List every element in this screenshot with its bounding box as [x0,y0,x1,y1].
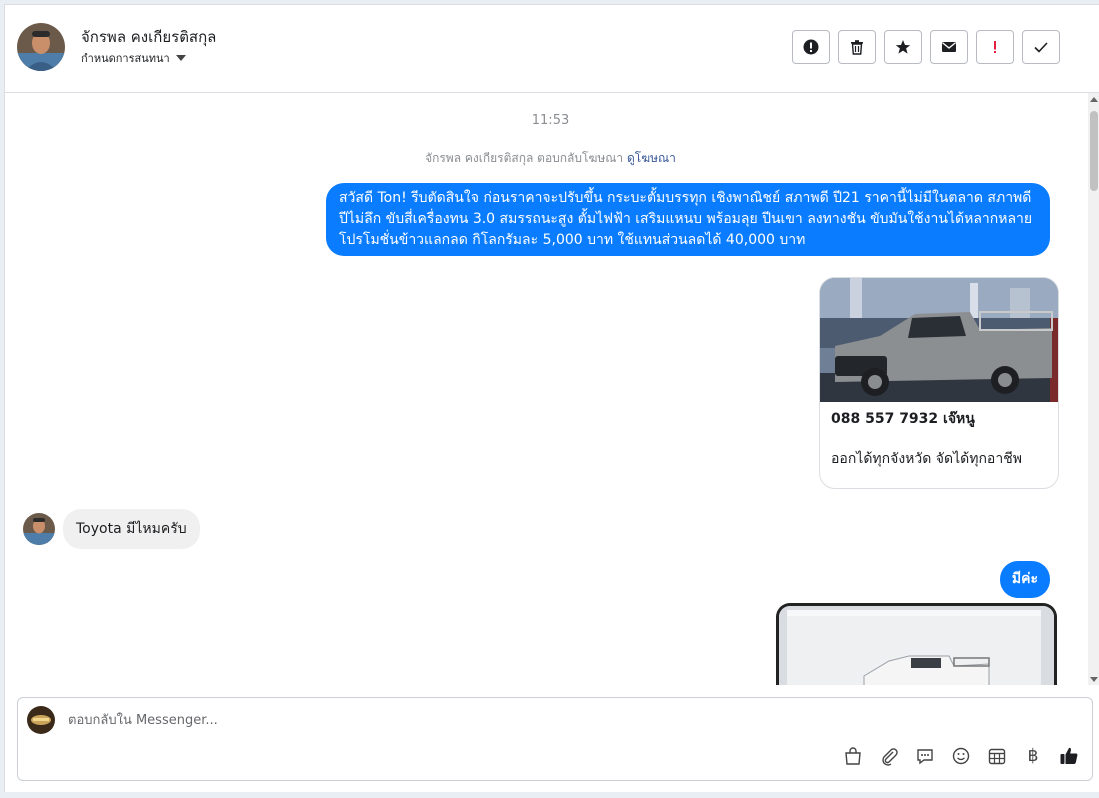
outgoing-message[interactable]: สวัสดี Ton! รีบตัดสินใจ ก่อนราคาจะปรับขึ… [326,183,1050,256]
reply-input[interactable] [66,708,770,732]
ad-reply-text: จักรพล คงเกียรติสกุล ตอบกลับโฆษณา [425,151,624,165]
scroll-down-arrow-icon[interactable] [1090,677,1098,682]
assign-conversation-label: กำหนดการสนทนา [81,52,170,65]
outgoing-message[interactable]: มีค่ะ [999,561,1050,598]
contact-avatar-small [23,513,55,545]
assign-conversation-dropdown[interactable]: กำหนดการสนทนา [81,49,186,67]
envelope-icon [942,42,956,52]
delete-button[interactable] [838,30,876,64]
page-avatar [27,706,55,734]
smiley-icon [952,747,970,765]
appointment-button[interactable] [985,744,1009,768]
composer-toolbar: ฿ [841,744,1081,768]
mark-spam-button[interactable] [792,30,830,64]
scroll-up-arrow-icon[interactable] [1090,97,1098,102]
calendar-grid-icon [988,748,1006,765]
star-button[interactable] [884,30,922,64]
contact-name: จักรพล คงเกียรติสกุล [81,28,217,46]
contact-avatar[interactable] [17,23,65,71]
truck-photo-attachment[interactable] [776,603,1057,685]
baht-icon: ฿ [1027,746,1039,766]
like-button[interactable] [1057,744,1081,768]
check-icon [1034,42,1048,53]
speech-bubble-icon [917,749,933,765]
view-ad-link[interactable]: ดูโฆษณา [627,151,676,165]
attach-file-button[interactable] [877,744,901,768]
follow-up-button[interactable] [976,30,1014,64]
scroll-thumb[interactable] [1090,111,1098,191]
emoji-button[interactable] [949,744,973,768]
trash-icon [851,40,863,55]
truck-photo [779,606,1054,685]
paperclip-icon [882,748,898,766]
header-toolbar [792,30,1060,64]
caret-down-icon [175,55,186,61]
product-button[interactable] [841,744,865,768]
thumbs-up-icon [1060,747,1078,764]
message-composer: ฿ [17,697,1093,781]
thread-scrollbar[interactable] [1088,93,1099,685]
conversation-window: จักรพล คงเกียรติสกุล กำหนดการสนทนา 11:53… [4,4,1099,792]
message-thread[interactable]: 11:53 จักรพล คงเกียรติสกุล ตอบกลับโฆษณา … [5,93,1088,685]
message-timestamp: 11:53 [531,113,570,128]
incoming-message[interactable]: Toyota มีไหมครับ [63,509,200,549]
payment-button[interactable]: ฿ [1021,744,1045,768]
conversation-header: จักรพล คงเกียรติสกุล กำหนดการสนทนา [5,5,1099,93]
mark-done-button[interactable] [1022,30,1060,64]
mark-unread-button[interactable] [930,30,968,64]
alert-circle-icon [803,39,819,55]
ad-attachment-card[interactable]: 088 557 7932 เจ๊หนู ออกได้ทุกจังหวัด จัด… [819,277,1059,489]
truck-photo [820,278,1058,402]
shopping-bag-icon [845,747,861,765]
ad-reply-notice: จักรพล คงเกียรติสกุล ตอบกลับโฆษณา ดูโฆษณ… [5,149,1088,168]
star-icon [895,40,911,54]
saved-replies-button[interactable] [913,744,937,768]
exclamation-icon [994,41,996,53]
card-subtitle: ออกได้ทุกจังหวัด จัดได้ทุกอาชีพ [831,451,1022,467]
card-title: 088 557 7932 เจ๊หนู [831,411,975,427]
